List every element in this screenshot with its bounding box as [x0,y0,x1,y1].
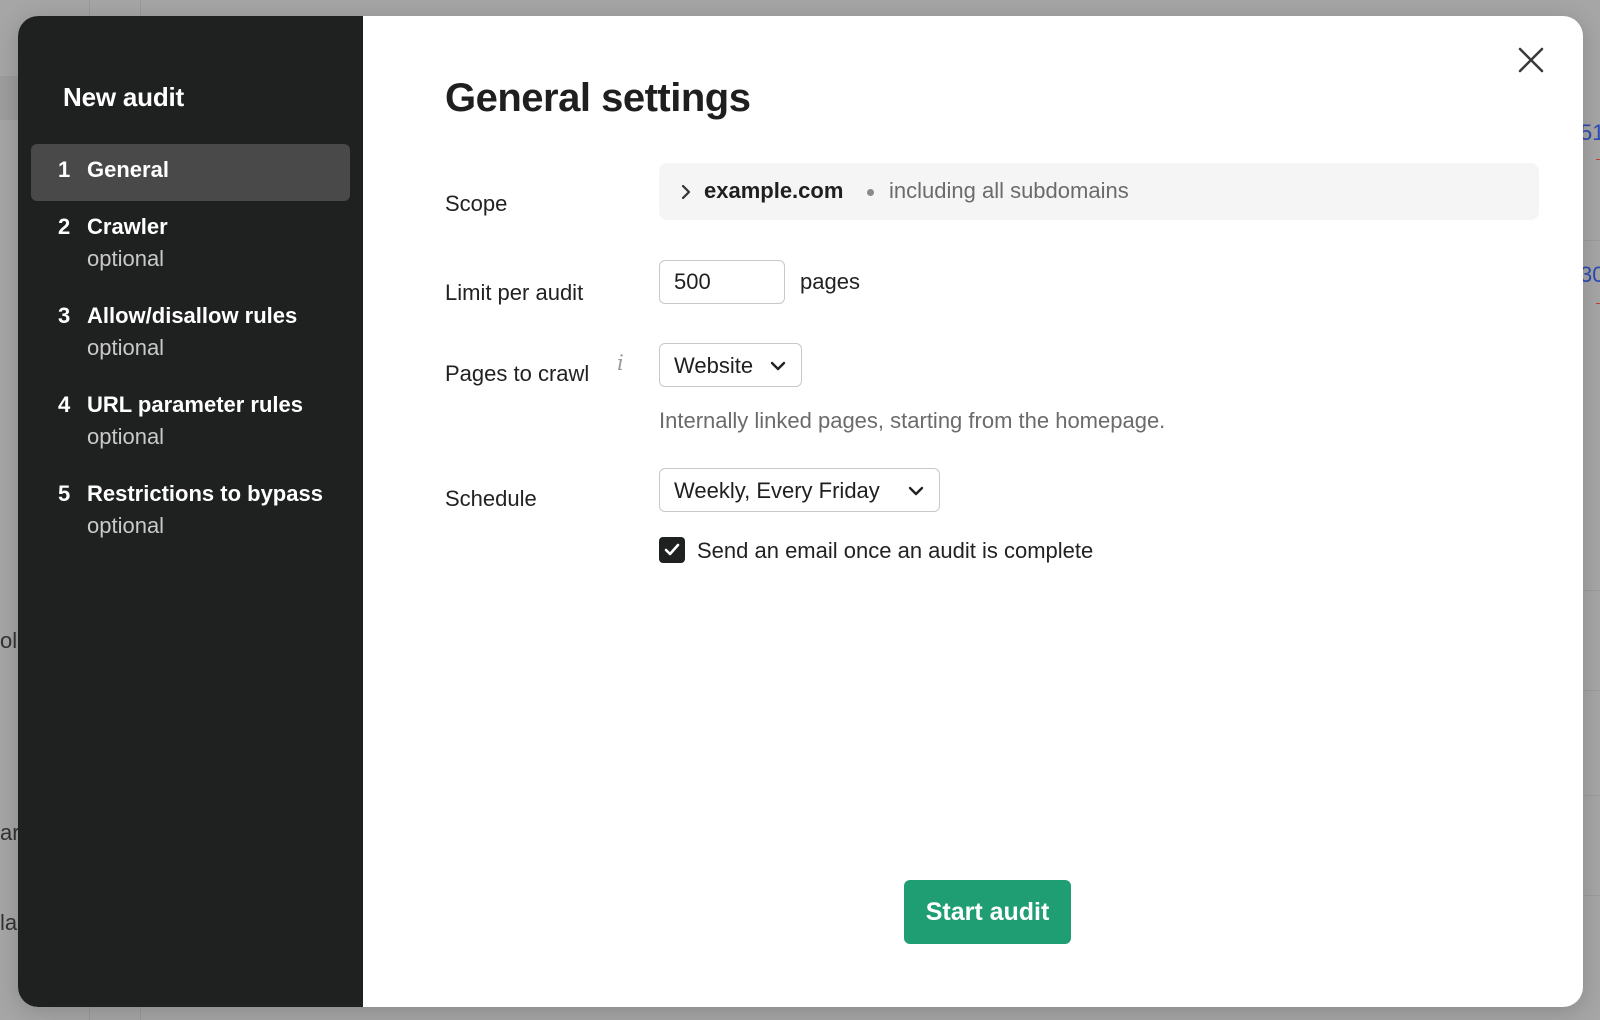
bg-value: 30 [1580,262,1600,287]
bg-text: ol [0,628,18,653]
sidebar-title: New audit [63,82,184,112]
info-icon[interactable]: i [617,351,624,375]
bg-marker: – [1596,294,1600,310]
scope-summary[interactable]: example.com including all subdomains [659,163,1539,220]
schedule-label: Schedule [445,486,537,511]
step-number: 4 [58,392,71,417]
new-audit-modal: New audit 1 General 2 Crawler optional 3… [18,16,1583,1007]
step-label: Restrictions to bypass [87,481,323,506]
step-label: Allow/disallow rules [87,303,298,328]
scope-domain: example.com [704,178,844,203]
step-label: URL parameter rules [87,392,304,417]
step-optional-label: optional [87,246,165,271]
bg-selected-row [0,76,18,120]
bg-marker: – [1596,150,1600,166]
scope-subdomains-text: including all subdomains [889,178,1129,203]
chevron-down-icon [770,361,786,371]
step-number: 5 [58,481,71,506]
pages-to-crawl-label: Pages to crawl [445,361,590,386]
step-restrictions-to-bypass[interactable]: 5 Restrictions to bypass optional [31,468,350,550]
select-value: Weekly, Every Friday [674,478,880,503]
step-number: 2 [58,214,71,239]
steps-sidebar: New audit 1 General 2 Crawler optional 3… [18,16,363,1007]
limit-input[interactable] [659,260,785,304]
schedule-select[interactable]: Weekly, Every Friday [659,468,940,512]
limit-label: Limit per audit [445,280,584,305]
email-notification-checkbox[interactable] [659,537,685,563]
page-title: General settings [445,76,751,120]
bg-text: ar [0,820,20,845]
pages-to-crawl-hint: Internally linked pages, starting from t… [659,408,1166,433]
chevron-down-icon [908,486,924,496]
select-value: Website [674,353,754,378]
bg-text: la [0,910,18,935]
close-icon[interactable] [1517,46,1545,74]
step-label: General [87,157,169,182]
pages-to-crawl-select[interactable]: Website [659,343,802,387]
limit-unit: pages [800,269,860,294]
email-notification-label[interactable]: Send an email once an audit is complete [697,538,1093,564]
step-optional-label: optional [87,424,165,449]
start-audit-button[interactable]: Start audit [904,880,1071,944]
step-number: 3 [58,303,71,328]
separator-dot [867,189,874,196]
step-general[interactable]: 1 General [31,144,350,201]
step-url-parameter-rules[interactable]: 4 URL parameter rules optional [31,379,350,461]
step-allow-disallow-rules[interactable]: 3 Allow/disallow rules optional [31,290,350,372]
bg-value: 51 [1580,120,1600,145]
step-number: 1 [58,157,71,182]
step-crawler[interactable]: 2 Crawler optional [31,201,350,283]
step-optional-label: optional [87,513,165,538]
checkmark-icon [664,543,680,556]
settings-panel: General settings Scope example.com inclu… [363,16,1583,1007]
scope-label: Scope [445,191,508,216]
chevron-right-icon [681,184,691,200]
step-optional-label: optional [87,335,165,360]
step-label: Crawler [87,214,168,239]
